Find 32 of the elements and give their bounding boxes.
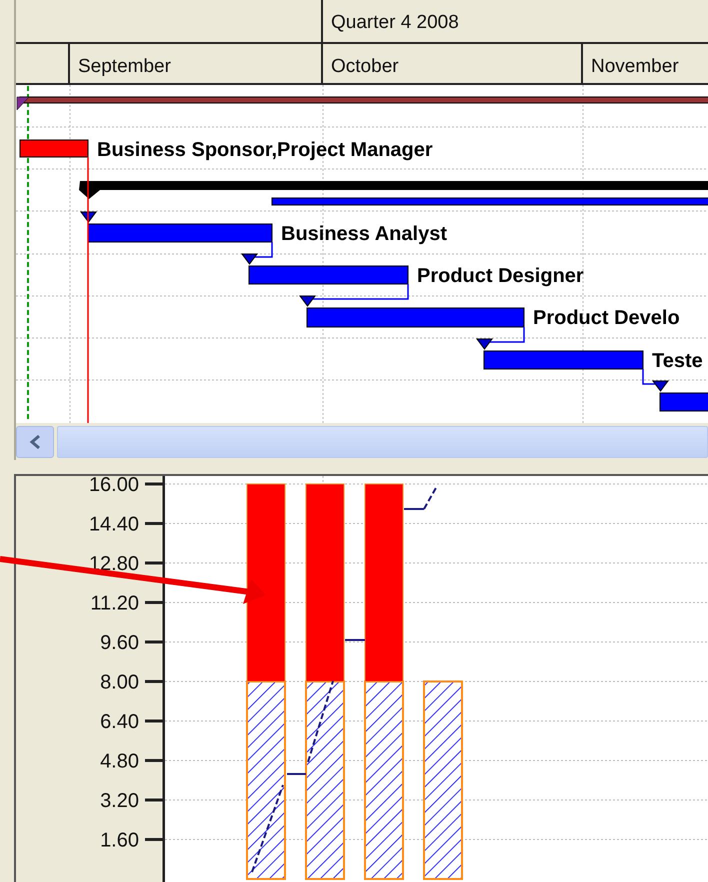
task-bar[interactable]: [88, 224, 272, 242]
link-arrow-icon: [299, 296, 316, 307]
task-bar[interactable]: [248, 266, 408, 284]
milestone-icon: [16, 96, 30, 110]
scroll-left-button[interactable]: [16, 426, 54, 458]
axis-label: 16.00: [88, 476, 139, 496]
resource-label: Teste: [652, 350, 703, 372]
task-bar[interactable]: [660, 392, 708, 412]
link-arrow-icon: [80, 212, 97, 223]
axis-label: 4.80: [100, 750, 139, 772]
chevron-left-icon: [29, 434, 41, 450]
link-line: [488, 327, 525, 343]
summary-bar[interactable]: [79, 181, 708, 199]
axis-label: 6.40: [100, 711, 139, 733]
resource-label: Product Designer: [417, 265, 584, 287]
link-arrow-icon: [241, 254, 258, 265]
task-bar[interactable]: [306, 308, 524, 328]
axis-label: 11.20: [90, 592, 139, 614]
critical-task-bar[interactable]: [20, 140, 88, 158]
resource-label: Business Analyst: [281, 223, 447, 245]
task-bar[interactable]: [484, 350, 644, 370]
axis-label: 3.20: [100, 790, 139, 812]
link-arrow-icon: [476, 338, 493, 350]
axis-label: 1.60: [100, 830, 139, 852]
resource-label: Business Sponsor,Project Manager: [97, 139, 433, 161]
link-line: [253, 242, 273, 258]
axis-label: 9.60: [100, 632, 139, 654]
axis-label: 14.40: [88, 514, 139, 536]
link-arrow-icon: [652, 380, 669, 392]
axis-label: 8.00: [100, 672, 139, 694]
resource-label: Product Develo: [533, 307, 680, 329]
scrollbar-track[interactable]: [57, 426, 708, 458]
